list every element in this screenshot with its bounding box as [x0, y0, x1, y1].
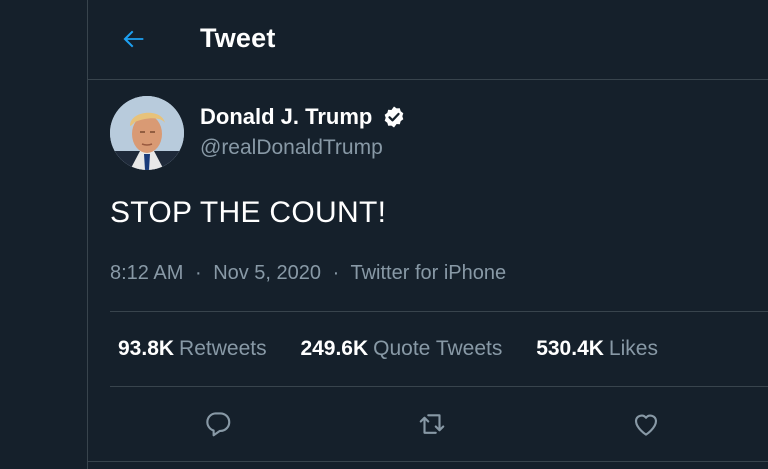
tweet-meta: 8:12 AM · Nov 5, 2020 · Twitter for iPho…: [110, 262, 506, 285]
tweet-date[interactable]: Nov 5, 2020: [213, 262, 321, 284]
tweet-time[interactable]: 8:12 AM: [110, 262, 183, 284]
main-column: Tweet Donald J. Trump @realDonaldTrump S…: [88, 0, 768, 469]
quote-tweets-label: Quote Tweets: [373, 337, 503, 360]
like-icon: [631, 409, 661, 444]
quote-tweets-count: 249.6K: [300, 337, 369, 360]
author-block: Donald J. Trump @realDonaldTrump: [200, 104, 406, 160]
verified-badge-icon: [382, 105, 406, 129]
reply-button[interactable]: [196, 404, 240, 448]
tweet-source[interactable]: Twitter for iPhone: [350, 262, 506, 284]
retweet-icon: [417, 409, 447, 444]
retweets-count: 93.8K: [118, 337, 175, 360]
like-button[interactable]: [624, 404, 668, 448]
action-bar: [88, 404, 768, 448]
page-header: Tweet: [88, 0, 768, 80]
left-sidebar: [0, 0, 88, 469]
divider: [110, 311, 768, 312]
likes-stat[interactable]: 530.4K Likes: [536, 337, 658, 361]
arrow-left-icon: [120, 25, 148, 58]
avatar[interactable]: [110, 96, 184, 170]
bottom-divider: [88, 461, 768, 462]
likes-label: Likes: [608, 337, 658, 360]
quote-tweets-stat[interactable]: 249.6K Quote Tweets: [300, 337, 502, 361]
tweet-detail-page: Tweet Donald J. Trump @realDonaldTrump S…: [0, 0, 768, 469]
author-name[interactable]: Donald J. Trump: [200, 104, 372, 130]
engagement-stats: 93.8K Retweets 249.6K Quote Tweets 530.4K L…: [118, 337, 686, 361]
page-title: Tweet: [200, 23, 276, 53]
likes-count: 530.4K: [536, 337, 604, 360]
divider: [110, 386, 768, 387]
tweet-text: STOP THE COUNT!: [110, 196, 387, 229]
retweets-label: Retweets: [179, 337, 267, 360]
meta-separator: ·: [194, 262, 202, 284]
meta-separator: ·: [332, 262, 340, 284]
retweet-button[interactable]: [410, 404, 454, 448]
author-handle[interactable]: @realDonaldTrump: [200, 136, 406, 160]
back-button[interactable]: [115, 22, 153, 60]
retweets-stat[interactable]: 93.8K Retweets: [118, 337, 267, 361]
reply-icon: [203, 409, 233, 444]
